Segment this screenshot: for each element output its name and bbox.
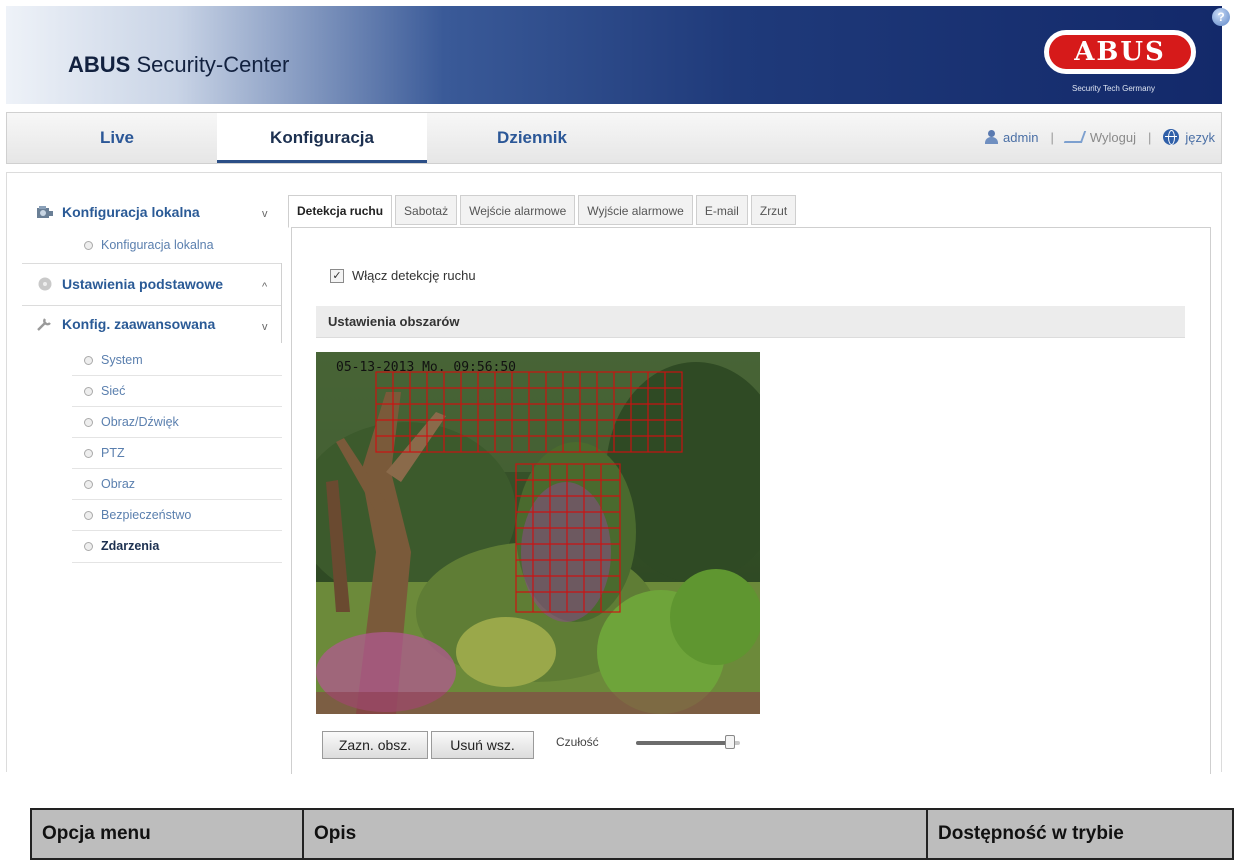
logout-link[interactable]: Wyloguj [1090,130,1136,145]
sidebar-item-ptz[interactable]: PTZ [84,446,125,460]
tab-zrzut[interactable]: Zrzut [750,195,797,225]
sensitivity-label: Czułość [556,735,599,749]
user-icon [985,130,999,144]
table-header-cell: Dostępność w trybie [938,823,1124,844]
wrench-icon [37,318,51,331]
tab-wyjscie-alarmowe[interactable]: Wyjście alarmowe [578,195,693,225]
table-header-cell: Opis [304,810,928,858]
area-settings-header: Ustawienia obszarów [316,306,1185,338]
sidebar-item-obraz[interactable]: Obraz [84,477,135,491]
tab-email[interactable]: E-mail [695,195,748,225]
camera-preview[interactable]: 05-13-2013 Mo. 09:56:50 [316,352,760,714]
sidebar-item-siec[interactable]: Sieć [84,384,125,398]
sensitivity-slider[interactable] [636,735,740,749]
tab-sabotaz[interactable]: Sabotaż [395,195,458,225]
main-nav: Live Konfiguracja Dziennik admin | Wylog… [6,112,1222,164]
tab-detekcja-ruchu[interactable]: Detekcja ruchu [288,195,393,228]
chevron-up-icon[interactable]: ^ [262,281,267,293]
chevron-down-icon[interactable]: v [262,208,268,220]
language-link[interactable]: język [1185,130,1215,145]
slider-handle[interactable] [725,735,735,749]
disc-icon [38,277,52,291]
globe-icon [1163,129,1180,145]
user-link[interactable]: admin [1003,130,1038,145]
nav-tab-dziennik[interactable]: Dziennik [447,113,617,163]
nav-tab-konfiguracja[interactable]: Konfiguracja [217,113,427,163]
abus-logo: ABUS Security Tech Germany [1040,26,1206,100]
draw-area-button[interactable]: Zazn. obsz. [322,731,428,759]
sidebar-group-local[interactable]: Konfiguracja lokalna [36,204,200,220]
app-header: ABUS Security-Center ABUS Security Tech … [6,6,1222,104]
sidebar-item-zdarzenia[interactable]: Zdarzenia [84,539,159,553]
event-tabs: Detekcja ruchu Sabotaż Wejście alarmowe … [288,195,799,228]
enable-motion-checkbox[interactable]: ✓ [330,268,344,283]
sidebar-item-konfiguracja-lokalna[interactable]: Konfiguracja lokalna [84,238,214,252]
camera-icon [37,206,53,218]
sidebar-group-basic[interactable]: Ustawienia podstawowe [36,276,223,292]
camera-preview-image [316,352,760,714]
sidebar-item-system[interactable]: System [84,353,143,367]
clear-all-button[interactable]: Usuń wsz. [431,731,534,759]
app-title: ABUS Security-Center [68,52,290,77]
chevron-down-icon[interactable]: v [262,321,268,333]
osd-timestamp: 05-13-2013 Mo. 09:56:50 [336,360,517,375]
tab-wejscie-alarmowe[interactable]: Wejście alarmowe [460,195,576,225]
logout-icon [1063,131,1087,143]
table-header-cell: Opcja menu [32,810,304,858]
user-area: admin | Wyloguj | język [985,129,1215,145]
sidebar-item-obraz-dzwiek[interactable]: Obraz/Dźwięk [84,415,179,429]
enable-motion-detection[interactable]: ✓ Włącz detekcję ruchu [330,268,476,283]
help-icon[interactable]: ? [1212,8,1230,26]
menu-options-table-header: Opcja menu Opis Dostępność w trybie [30,808,1234,860]
sidebar-group-advanced[interactable]: Konfig. zaawansowana [36,316,215,332]
nav-tab-live[interactable]: Live [37,113,197,163]
enable-motion-label: Włącz detekcję ruchu [352,268,476,283]
sidebar-item-bezpieczenstwo[interactable]: Bezpieczeństwo [84,508,191,522]
